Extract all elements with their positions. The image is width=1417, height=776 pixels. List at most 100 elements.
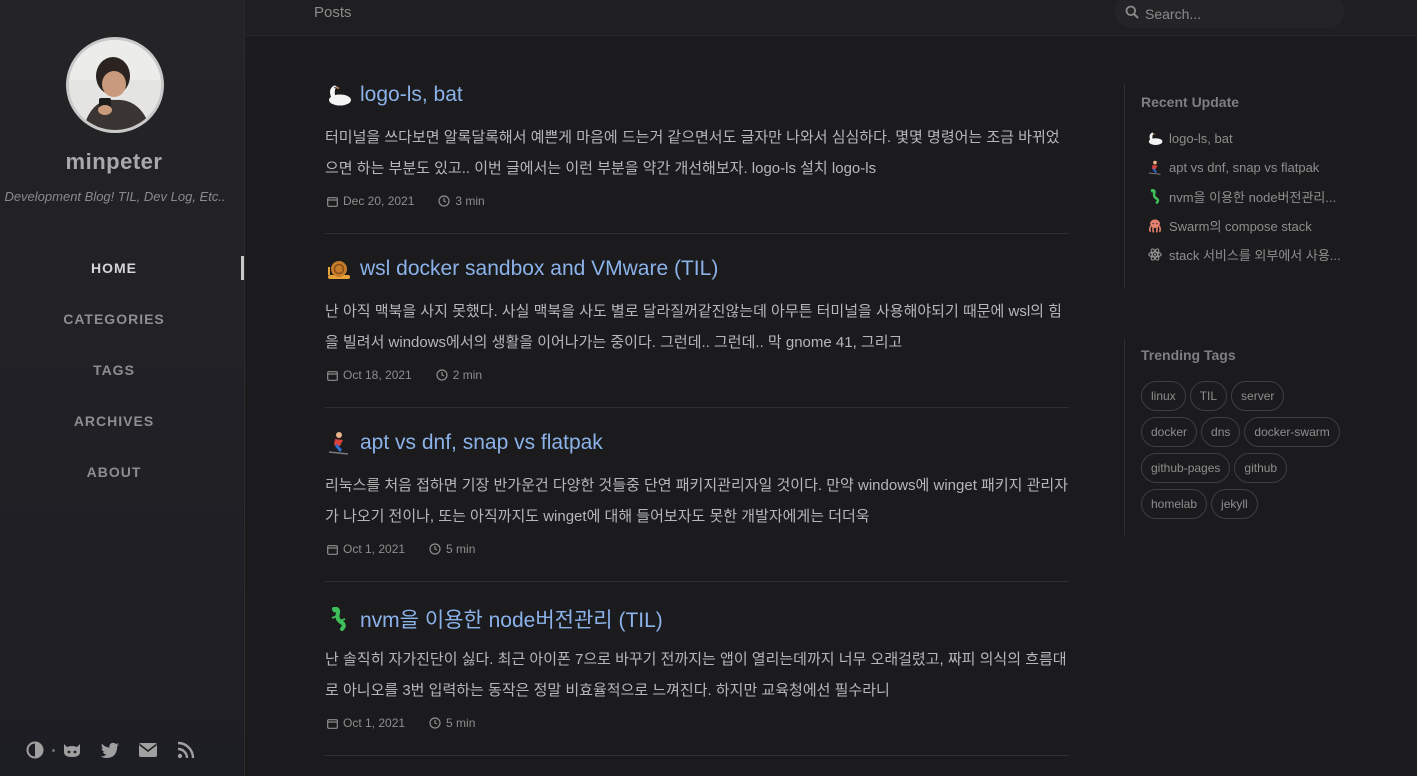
post-title-link[interactable]: logo-ls, bat xyxy=(325,82,463,108)
post-date: Dec 20, 2021 xyxy=(327,194,414,208)
recent-item[interactable]: nvm을 이용한 node버전관리... xyxy=(1141,182,1394,211)
tag-server[interactable]: server xyxy=(1231,381,1285,411)
post-read-time-text: 2 min xyxy=(452,368,483,382)
atom-emoji-icon xyxy=(1147,247,1163,263)
clock-icon xyxy=(436,369,448,381)
post-read-time-text: 5 min xyxy=(446,542,476,556)
snail-emoji-icon xyxy=(325,256,353,282)
calendar-icon xyxy=(327,370,338,381)
recent-item[interactable]: stack 서비스를 외부에서 사용... xyxy=(1141,240,1394,269)
tag-github[interactable]: github xyxy=(1234,453,1288,483)
site-title[interactable]: minpeter xyxy=(0,149,228,175)
tag-linux[interactable]: linux xyxy=(1141,381,1186,411)
tag-github-pages[interactable]: github-pages xyxy=(1141,453,1231,483)
clock-icon xyxy=(429,543,441,555)
breadcrumb: Posts xyxy=(314,4,352,21)
trending-tags-panel: Trending Tags linux TIL server docker dn… xyxy=(1124,339,1394,535)
tag-til[interactable]: TIL xyxy=(1189,381,1228,411)
post-excerpt: 터미널을 쓰다보면 알록달록해서 예쁜게 마음에 드는거 같으면서도 글자만 나… xyxy=(325,129,1060,177)
recent-item-label[interactable]: Swarm의 compose stack xyxy=(1169,216,1312,235)
post-date-text: Dec 20, 2021 xyxy=(343,194,415,208)
theme-toggle-icon[interactable] xyxy=(24,739,46,761)
lizard-emoji-icon xyxy=(1147,189,1163,205)
post-read-time: 5 min xyxy=(429,542,475,556)
post-meta: Oct 18, 2021 2 min xyxy=(327,368,506,382)
post-date-text: Oct 1, 2021 xyxy=(343,542,406,556)
nav-item-about[interactable]: ABOUT xyxy=(0,454,245,505)
twitter-icon[interactable] xyxy=(99,739,121,761)
sidebar: minpeter Development Blog! TIL, Dev Log,… xyxy=(0,0,245,776)
recent-item-label[interactable]: nvm을 이용한 node버전관리... xyxy=(1169,187,1336,206)
swan-emoji-icon xyxy=(325,82,353,108)
post-date: Oct 1, 2021 xyxy=(327,542,405,556)
nav-item-categories[interactable]: CATEGORIES xyxy=(0,301,245,352)
post-read-time: 5 min xyxy=(429,716,475,730)
github-icon[interactable] xyxy=(61,739,83,761)
recent-item[interactable]: Swarm의 compose stack xyxy=(1141,211,1394,240)
tag-homelab[interactable]: homelab xyxy=(1141,489,1208,519)
tag-docker-swarm[interactable]: docker-swarm xyxy=(1244,417,1340,447)
calendar-icon xyxy=(327,718,338,729)
recent-item-label[interactable]: apt vs dnf, snap vs flatpak xyxy=(1169,160,1319,175)
skier-emoji-icon xyxy=(1147,160,1163,176)
post-card: nvm을 이용한 node버전관리 (TIL) 난 솔직히 자가진단이 싫다. … xyxy=(325,582,1069,756)
separator-dot xyxy=(52,748,55,752)
clock-icon xyxy=(438,195,450,207)
post-list: logo-ls, bat 터미널을 쓰다보면 알록달록해서 예쁜게 마음에 드는… xyxy=(325,60,1069,756)
topbar: Posts xyxy=(246,0,1417,36)
clock-icon xyxy=(429,717,441,729)
recent-update-heading: Recent Update xyxy=(1141,94,1240,110)
tag-row: homelab jekyll xyxy=(1141,489,1394,519)
rss-icon[interactable] xyxy=(175,739,197,761)
post-title-text[interactable]: apt vs dnf, snap vs flatpak xyxy=(360,431,603,455)
recent-item[interactable]: logo-ls, bat xyxy=(1141,124,1394,153)
right-panel: Recent Update logo-ls, bat apt vs dnf, s… xyxy=(1124,84,1394,535)
recent-item-label[interactable]: logo-ls, bat xyxy=(1169,131,1233,146)
avatar[interactable] xyxy=(66,37,164,133)
post-title-link[interactable]: apt vs dnf, snap vs flatpak xyxy=(325,430,603,456)
nav-item-home[interactable]: HOME xyxy=(0,250,245,301)
post-title-text[interactable]: logo-ls, bat xyxy=(360,83,463,107)
nav-item-tags[interactable]: TAGS xyxy=(0,352,245,403)
calendar-icon xyxy=(327,196,338,207)
post-date-text: Oct 18, 2021 xyxy=(343,368,412,382)
skier-emoji-icon xyxy=(325,430,353,456)
post-meta: Dec 20, 2021 3 min xyxy=(327,194,509,208)
post-excerpt: 난 솔직히 자가진단이 싫다. 최근 아이폰 7으로 바꾸기 전까지는 앱이 열… xyxy=(325,651,1067,699)
post-title-text[interactable]: nvm을 이용한 node버전관리 (TIL) xyxy=(360,604,663,634)
recent-item-label[interactable]: stack 서비스를 외부에서 사용... xyxy=(1169,245,1341,264)
swan-emoji-icon xyxy=(1147,131,1163,147)
post-card: logo-ls, bat 터미널을 쓰다보면 알록달록해서 예쁜게 마음에 드는… xyxy=(325,60,1069,234)
post-read-time-text: 3 min xyxy=(455,194,485,208)
post-title-link[interactable]: wsl docker sandbox and VMware (TIL) xyxy=(325,256,718,282)
avatar-photo xyxy=(69,40,161,130)
sidebar-bottom-bar xyxy=(24,738,213,762)
post-excerpt: 난 아직 맥북을 사지 못했다. 사실 맥북을 사도 별로 달라질꺼같진않는데 … xyxy=(325,303,1062,351)
email-icon[interactable] xyxy=(137,739,159,761)
post-meta: Oct 1, 2021 5 min xyxy=(327,542,499,556)
trending-tags-heading: Trending Tags xyxy=(1141,347,1236,363)
calendar-icon xyxy=(327,544,338,555)
recent-item[interactable]: apt vs dnf, snap vs flatpak xyxy=(1141,153,1394,182)
post-date-text: Oct 1, 2021 xyxy=(343,716,406,730)
search-input[interactable] xyxy=(1145,6,1325,22)
post-title-link[interactable]: nvm을 이용한 node버전관리 (TIL) xyxy=(325,604,663,634)
nav-item-archives[interactable]: ARCHIVES xyxy=(0,403,245,454)
tag-docker[interactable]: docker xyxy=(1141,417,1198,447)
lizard-emoji-icon xyxy=(325,606,353,632)
recent-update-panel: Recent Update logo-ls, bat apt vs dnf, s… xyxy=(1124,84,1394,289)
post-excerpt: 리눅스를 처음 접하면 기장 반가운건 다양한 것들중 단연 패키지관리자일 것… xyxy=(325,477,1068,525)
post-read-time-text: 5 min xyxy=(446,716,476,730)
post-card: apt vs dnf, snap vs flatpak 리눅스를 처음 접하면 … xyxy=(325,408,1069,582)
tag-jekyll[interactable]: jekyll xyxy=(1211,489,1258,519)
tag-row: docker dns docker-swarm xyxy=(1141,417,1394,447)
post-read-time: 3 min xyxy=(438,194,485,208)
tag-row: github-pages github xyxy=(1141,453,1394,483)
search-box[interactable] xyxy=(1115,0,1344,28)
tag-dns[interactable]: dns xyxy=(1201,417,1241,447)
post-date: Oct 18, 2021 xyxy=(327,368,412,382)
post-card: wsl docker sandbox and VMware (TIL) 난 아직… xyxy=(325,234,1069,408)
post-title-text[interactable]: wsl docker sandbox and VMware (TIL) xyxy=(360,257,718,281)
octopus-emoji-icon xyxy=(1147,218,1163,234)
post-date: Oct 1, 2021 xyxy=(327,716,405,730)
